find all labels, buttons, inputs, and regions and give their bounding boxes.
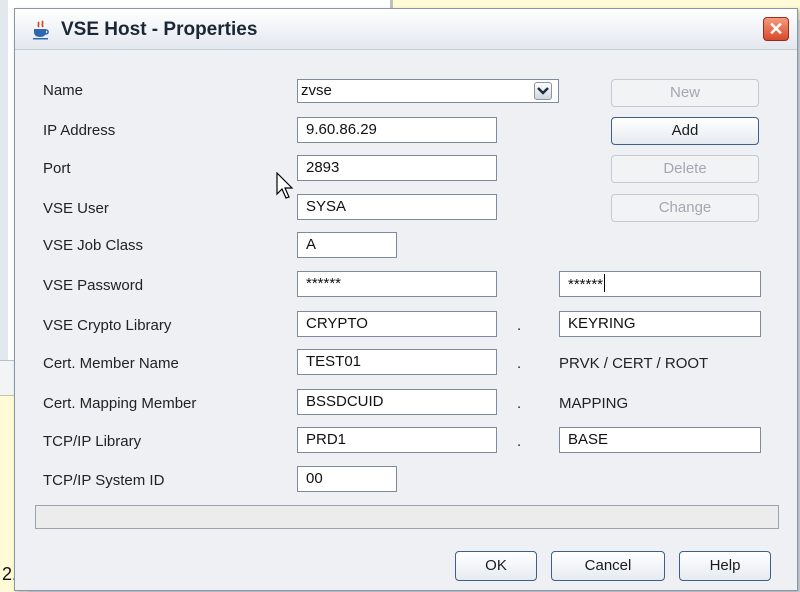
separator-dot: . (517, 355, 522, 372)
vse-job-class-field[interactable]: A (297, 232, 397, 258)
vse-crypto-library-label: VSE Crypto Library (43, 317, 172, 334)
vse-password-confirm-field[interactable]: ****** (559, 271, 761, 297)
cert-member-name-label: Cert. Member Name (43, 355, 179, 372)
tcpip-library-field[interactable]: PRD1 (297, 427, 497, 453)
dialog-titlebar[interactable]: VSE Host - Properties ✕ (15, 9, 797, 50)
dialog-title: VSE Host - Properties (61, 19, 258, 40)
change-button[interactable]: Change (611, 194, 759, 222)
name-combobox-value: zvse (301, 82, 332, 99)
help-button[interactable]: Help (679, 551, 771, 581)
tcpip-library-label: TCP/IP Library (43, 433, 142, 450)
chevron-down-icon[interactable] (534, 82, 552, 100)
ok-button[interactable]: OK (455, 551, 537, 581)
crypto-member-field[interactable]: KEYRING (559, 311, 761, 337)
vse-password-field[interactable]: ****** (297, 271, 497, 297)
background-window-edge (0, 0, 8, 360)
separator-dot: . (517, 317, 522, 334)
ip-address-label: IP Address (43, 122, 116, 139)
new-button[interactable]: New (611, 79, 759, 107)
port-field[interactable]: 2893 (297, 155, 497, 181)
password-confirm-value: ****** (568, 276, 604, 293)
cert-mapping-suffix: MAPPING (559, 395, 629, 412)
crypto-library-field[interactable]: CRYPTO (297, 311, 497, 337)
ip-address-field[interactable]: 9.60.86.29 (297, 117, 497, 143)
tcpip-member-field[interactable]: BASE (559, 427, 761, 453)
cert-member-suffix: PRVK / CERT / ROOT (559, 355, 709, 372)
tcpip-system-id-field[interactable]: 00 (297, 466, 397, 492)
cert-mapping-member-field[interactable]: BSSDCUID (297, 389, 497, 415)
cert-mapping-member-label: Cert. Mapping Member (43, 395, 197, 412)
vse-user-field[interactable]: SYSA (297, 194, 497, 220)
status-progress-bar (35, 505, 779, 529)
vse-user-label: VSE User (43, 200, 109, 217)
separator-dot: . (517, 395, 522, 412)
delete-button[interactable]: Delete (611, 155, 759, 183)
close-button[interactable]: ✕ (763, 17, 789, 41)
text-caret (604, 274, 606, 292)
cert-member-name-field[interactable]: TEST01 (297, 349, 497, 375)
mouse-pointer-icon (276, 172, 294, 199)
name-label: Name (43, 82, 84, 99)
port-label: Port (43, 160, 71, 177)
cancel-button[interactable]: Cancel (551, 551, 665, 581)
vse-password-label: VSE Password (43, 277, 144, 294)
tcpip-system-id-label: TCP/IP System ID (43, 472, 165, 489)
name-combobox[interactable]: zvse (297, 79, 559, 103)
vse-job-class-label: VSE Job Class (43, 237, 144, 254)
vse-host-properties-dialog: VSE Host - Properties ✕ Name zvse New IP… (14, 8, 798, 591)
separator-dot: . (517, 433, 522, 450)
add-button[interactable]: Add (611, 117, 759, 145)
java-cup-icon (33, 20, 49, 40)
